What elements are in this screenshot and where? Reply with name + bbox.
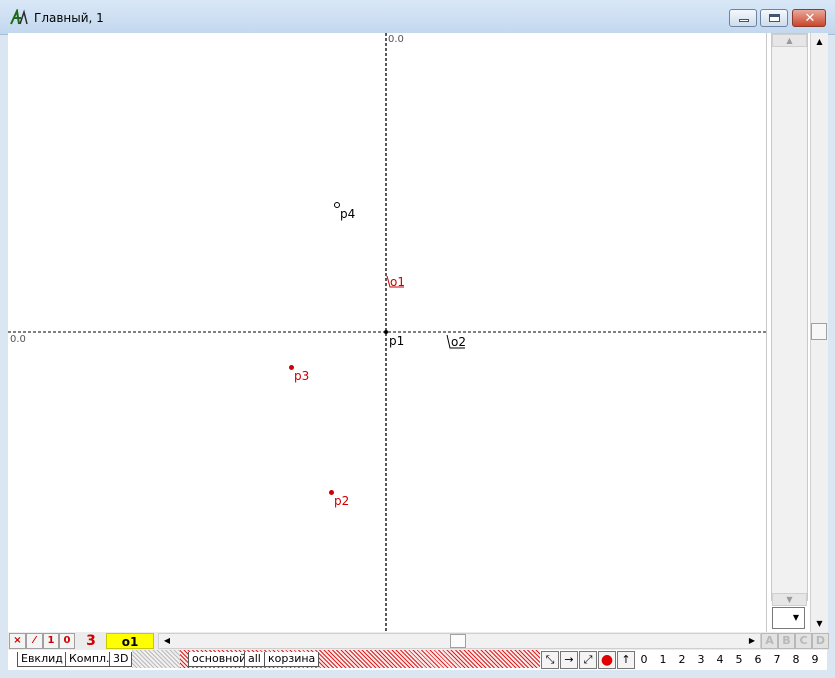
digit-button-8[interactable]: 8 — [787, 652, 805, 668]
current-object-field[interactable]: o1 — [106, 633, 154, 649]
tab-euclid[interactable]: Евклид — [17, 652, 67, 667]
maximize-icon — [769, 14, 780, 22]
window-title: Главный, 1 — [34, 11, 104, 25]
tab-trash[interactable]: корзина — [264, 652, 320, 667]
layer-a-button[interactable]: A — [761, 633, 778, 649]
title-bar: Главный, 1 ✕ — [0, 0, 835, 35]
mode-button-segment[interactable]: ⁄ — [26, 633, 43, 649]
mode-button-zero[interactable]: 0 — [59, 633, 75, 649]
vector-tool-icon[interactable]: ↑ — [617, 651, 635, 669]
status-toolbar: × ⁄ 1 0 3 o1 ◀ ▶ A B C D — [8, 632, 829, 650]
point-p4-label: p4 — [340, 207, 356, 221]
digit-button-1[interactable]: 1 — [654, 652, 672, 668]
scroll-left-button[interactable]: ◀ — [160, 634, 174, 648]
vertical-scrollbar[interactable]: ▲ ▼ — [810, 33, 828, 632]
horizontal-scroll-thumb[interactable] — [450, 634, 466, 648]
tab-3d[interactable]: 3D — [109, 652, 133, 667]
digit-button-6[interactable]: 6 — [749, 652, 767, 668]
zoom-up-button[interactable]: ▲ — [772, 34, 807, 47]
digit-button-4[interactable]: 4 — [711, 652, 729, 668]
zoom-down-button[interactable]: ▼ — [772, 593, 807, 606]
drawing-canvas[interactable]: 0.0 0.0 p1 p2 p3 p4 o1 o2 — [8, 33, 766, 632]
scroll-up-button[interactable]: ▲ — [811, 33, 828, 50]
chevron-down-icon: ▼ — [792, 613, 800, 622]
zoom-panel: ▲ ▼ ▼ — [766, 33, 811, 632]
maximize-button[interactable] — [760, 9, 788, 27]
point-p1-marker[interactable] — [384, 330, 388, 334]
zoom-dropdown[interactable]: ▼ — [772, 607, 805, 629]
line-tool-icon[interactable]: ⤢ — [579, 651, 597, 669]
digit-button-5[interactable]: 5 — [730, 652, 748, 668]
tab-complex[interactable]: Компл. — [65, 652, 114, 667]
minimize-icon — [739, 19, 749, 22]
object-label-o1[interactable]: o1 — [390, 276, 405, 288]
app-logo-icon — [10, 9, 28, 25]
tab-main[interactable]: основной — [188, 652, 251, 667]
close-button[interactable]: ✕ — [792, 9, 826, 27]
point-p3-label: p3 — [294, 369, 310, 383]
x-axis-origin-label: 0.0 — [10, 334, 26, 345]
tabs-filler — [132, 650, 180, 668]
point-p1-label: p1 — [389, 334, 405, 348]
object-label-o2[interactable]: o2 — [451, 336, 466, 348]
close-icon: ✕ — [804, 11, 816, 26]
digit-button-9[interactable]: 9 — [806, 652, 824, 668]
layer-b-button[interactable]: B — [778, 633, 795, 649]
digit-button-0[interactable]: 0 — [635, 652, 653, 668]
digit-button-3[interactable]: 3 — [692, 652, 710, 668]
tab-all[interactable]: all — [244, 652, 265, 667]
tabs-bar: Евклид Компл. 3D основной all корзина ⤡ … — [8, 650, 827, 670]
mode-button-delete[interactable]: × — [9, 633, 26, 649]
digit-button-2[interactable]: 2 — [673, 652, 691, 668]
horizontal-scrollbar[interactable]: ◀ ▶ — [158, 633, 761, 649]
scroll-right-button[interactable]: ▶ — [745, 634, 759, 648]
scroll-down-button[interactable]: ▼ — [811, 615, 828, 632]
point-p3-marker[interactable] — [288, 364, 294, 370]
digit-button-7[interactable]: 7 — [768, 652, 786, 668]
object-counter: 3 — [86, 633, 96, 649]
zoom-track[interactable] — [771, 33, 808, 601]
minimize-button[interactable] — [729, 9, 757, 27]
point-tool-icon[interactable]: ● — [598, 651, 616, 669]
ray-tool-icon[interactable]: → — [560, 651, 578, 669]
mode-button-one[interactable]: 1 — [43, 633, 59, 649]
point-p2-label: p2 — [334, 494, 350, 508]
y-axis-origin-label: 0.0 — [388, 34, 404, 45]
segment-tool-icon[interactable]: ⤡ — [541, 651, 559, 669]
layer-c-button[interactable]: C — [795, 633, 812, 649]
vertical-scroll-thumb[interactable] — [811, 323, 827, 340]
layer-d-button[interactable]: D — [812, 633, 829, 649]
point-p2-marker[interactable] — [328, 489, 334, 495]
